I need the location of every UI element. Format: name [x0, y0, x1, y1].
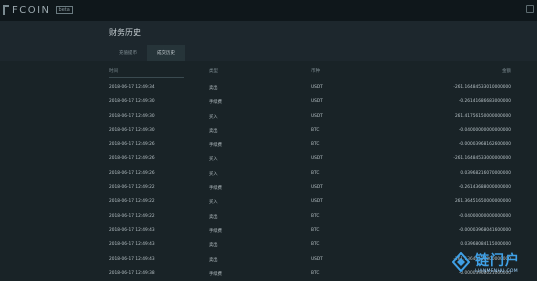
- cell-coin: BTC: [311, 227, 320, 233]
- cell-time: 2018-06-17 12:49:22: [109, 185, 155, 191]
- cell-type: 买入: [209, 114, 218, 120]
- cell-coin: BTC: [311, 142, 320, 148]
- cell-coin: BTC: [311, 213, 320, 219]
- logo-text: FCOIN: [12, 4, 51, 16]
- column-header-amount[interactable]: 金额: [502, 68, 511, 74]
- cell-coin: BTC: [311, 127, 320, 133]
- cell-time: 2018-06-17 12:49:30: [109, 99, 155, 105]
- table-row[interactable]: 2018-06-17 12:49:26 手续费 BTC -0.000039681626…: [0, 138, 537, 152]
- cell-type: 卖出: [209, 86, 218, 91]
- cell-type: 手续费: [209, 271, 222, 277]
- cell-time: 2018-06-17 12:49:26: [109, 142, 155, 148]
- cell-amount: 261.36451650000000000: [454, 199, 511, 205]
- table-header: 时间 类型 币种 金额: [0, 61, 537, 78]
- cell-time: 2018-06-17 12:49:26: [109, 170, 155, 176]
- column-header-coin[interactable]: 币种: [311, 68, 320, 74]
- cell-amount: 0.03968084115000000: [460, 242, 511, 248]
- page-header: 财务历史 充值提币 成交历史: [0, 21, 537, 61]
- header-divider: [109, 77, 184, 78]
- cell-time: 2018-06-17 12:49:43: [109, 256, 155, 262]
- cell-amount: -0.04000000000000000: [458, 127, 511, 133]
- cell-amount: -261.16484533010000000: [453, 85, 511, 90]
- table-row[interactable]: 2018-06-17 12:49:34 卖出 USDT -261.1648453301…: [0, 81, 537, 95]
- cell-type: 手续费: [209, 143, 222, 149]
- table-row[interactable]: 2018-06-17 12:49:43 手续费 BTC -0.000039680416…: [0, 224, 537, 238]
- cell-type: 手续费: [209, 100, 222, 106]
- cell-time: 2018-06-17 12:49:43: [109, 227, 155, 233]
- cell-time: 2018-06-17 12:49:43: [109, 242, 155, 248]
- cell-coin: BTC: [311, 270, 320, 276]
- cell-time: 2018-06-17 12:49:22: [109, 199, 155, 205]
- column-header-type[interactable]: 类型: [209, 68, 218, 74]
- cell-type: 买入: [209, 157, 218, 163]
- site-watermark: 链门户 LIANMENHU.COM: [452, 250, 532, 278]
- cell-time: 2018-06-17 12:49:26: [109, 156, 155, 162]
- cell-type: 卖出: [209, 243, 218, 249]
- cell-type: 卖出: [209, 214, 218, 220]
- cell-type: 买入: [209, 200, 218, 206]
- cell-time: 2018-06-17 12:49:30: [109, 127, 155, 133]
- cell-coin: USDT: [311, 99, 323, 105]
- table-row[interactable]: 2018-06-17 12:49:22 买入 USDT 261.36451650000…: [0, 195, 537, 209]
- cell-time: 2018-06-17 12:49:22: [109, 213, 155, 219]
- cell-amount: 261.41756150000000000: [454, 113, 511, 119]
- table-row[interactable]: 2018-06-17 12:49:26 买入 BTC 0.03968216070000…: [0, 167, 537, 181]
- app-logo[interactable]: FCOIN beta: [3, 4, 73, 16]
- cell-coin: USDT: [311, 85, 323, 90]
- history-table: 时间 类型 币种 金额 2018-06-17 12:49:34 卖出 USDT -26…: [0, 61, 537, 281]
- table-row[interactable]: 2018-06-17 12:49:30 买入 USDT 261.41756150000…: [0, 110, 537, 124]
- table-row[interactable]: 2018-06-17 12:49:22 手续费 USDT -0.26143688000…: [0, 181, 537, 195]
- top-bar: FCOIN beta: [0, 0, 537, 21]
- cell-coin: BTC: [311, 170, 320, 176]
- cell-type: 卖出: [209, 128, 218, 134]
- cell-type: 手续费: [209, 228, 222, 234]
- cell-coin: BTC: [311, 242, 320, 248]
- cell-coin: USDT: [311, 199, 323, 205]
- table-row[interactable]: 2018-06-17 12:49:22 卖出 BTC -0.0400000000000…: [0, 210, 537, 224]
- watermark-title: 链门户: [475, 253, 520, 269]
- fcoin-logo-icon: [3, 5, 9, 15]
- cell-coin: USDT: [311, 185, 323, 191]
- cell-amount: 0.03968216070000000: [460, 170, 511, 176]
- window-icon[interactable]: [526, 5, 534, 13]
- cell-amount: -0.00003968041600000: [458, 227, 511, 233]
- cell-amount: -0.26143688000000000: [458, 185, 511, 191]
- tab-bar: 充值提币 成交历史: [109, 45, 185, 61]
- cell-amount: -0.26141686683000000: [458, 99, 511, 105]
- cell-time: 2018-06-17 12:49:38: [109, 270, 155, 276]
- column-header-time[interactable]: 时间: [109, 68, 118, 74]
- cell-amount: -261.16484533000000000: [453, 156, 511, 162]
- cell-type: 手续费: [209, 186, 222, 192]
- cell-time: 2018-06-17 12:49:30: [109, 113, 155, 119]
- watermark-url: LIANMENHU.COM: [475, 269, 518, 274]
- tab-trade-history[interactable]: 成交历史: [147, 45, 185, 61]
- cell-amount: -0.04000000000000000: [458, 213, 511, 219]
- cell-amount: -0.00003968162600000: [458, 142, 511, 148]
- cell-coin: USDT: [311, 113, 323, 119]
- cell-coin: USDT: [311, 256, 323, 262]
- tab-deposit-withdraw[interactable]: 充值提币: [109, 45, 147, 61]
- cell-type: 买入: [209, 171, 218, 177]
- cell-type: 卖出: [209, 257, 218, 263]
- table-row[interactable]: 2018-06-17 12:49:26 买入 USDT -261.1648453300…: [0, 152, 537, 166]
- cell-coin: USDT: [311, 156, 323, 162]
- cell-time: 2018-06-17 12:49:34: [109, 85, 155, 90]
- chain-logo-icon: [452, 252, 470, 272]
- page-title: 财务历史: [109, 28, 141, 37]
- table-row[interactable]: 2018-06-17 12:49:30 卖出 BTC -0.0400000000000…: [0, 124, 537, 138]
- beta-badge: beta: [55, 6, 73, 14]
- table-row[interactable]: 2018-06-17 12:49:30 手续费 USDT -0.26141686683…: [0, 95, 537, 109]
